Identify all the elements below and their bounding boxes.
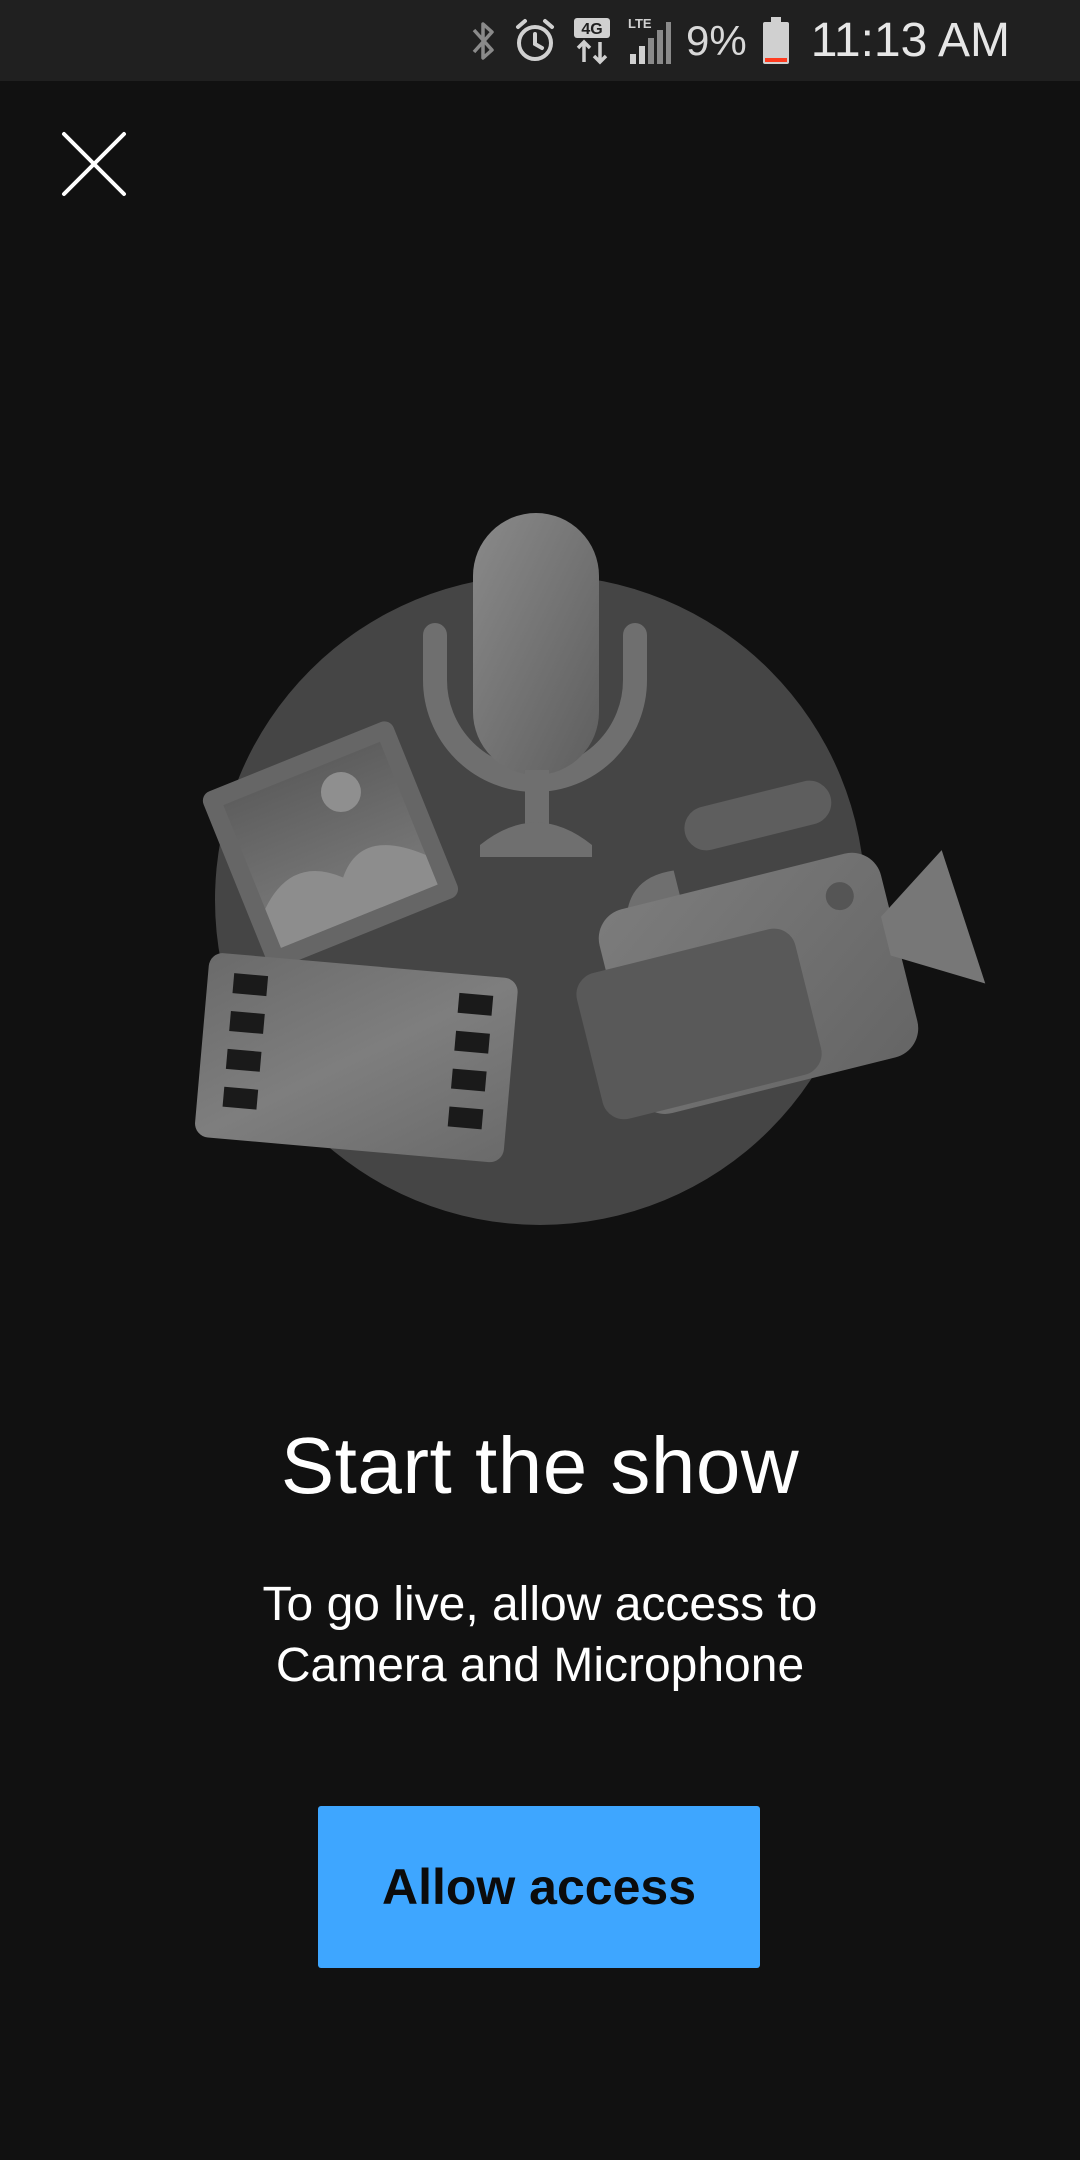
status-bar: 4G LTE 9% 11:13 AM [0, 0, 1080, 81]
subtitle-line-1: To go live, allow access to [262, 1578, 818, 1631]
svg-text:4G: 4G [581, 21, 602, 38]
close-icon [52, 132, 136, 210]
subtitle: To go live, allow access to Camera and M… [190, 1574, 890, 1696]
film-strip-icon [195, 953, 518, 1163]
svg-text:LTE: LTE [628, 16, 652, 31]
4g-data-icon: 4G [572, 16, 612, 66]
status-icons: 4G LTE 9% 11:13 AM [468, 0, 1010, 81]
subtitle-line-2: Camera and Microphone [275, 1639, 805, 1692]
battery-percent: 9% [686, 16, 747, 64]
close-button[interactable] [52, 122, 136, 206]
allow-access-button[interactable]: Allow access [318, 1806, 760, 1968]
alarm-icon [512, 18, 558, 64]
page-title: Start the show [280, 1421, 800, 1510]
battery-icon [761, 16, 791, 66]
lte-signal-icon: LTE [626, 16, 672, 66]
bluetooth-icon [468, 18, 498, 64]
clock: 11:13 AM [810, 14, 1010, 67]
illustration [170, 500, 990, 1240]
